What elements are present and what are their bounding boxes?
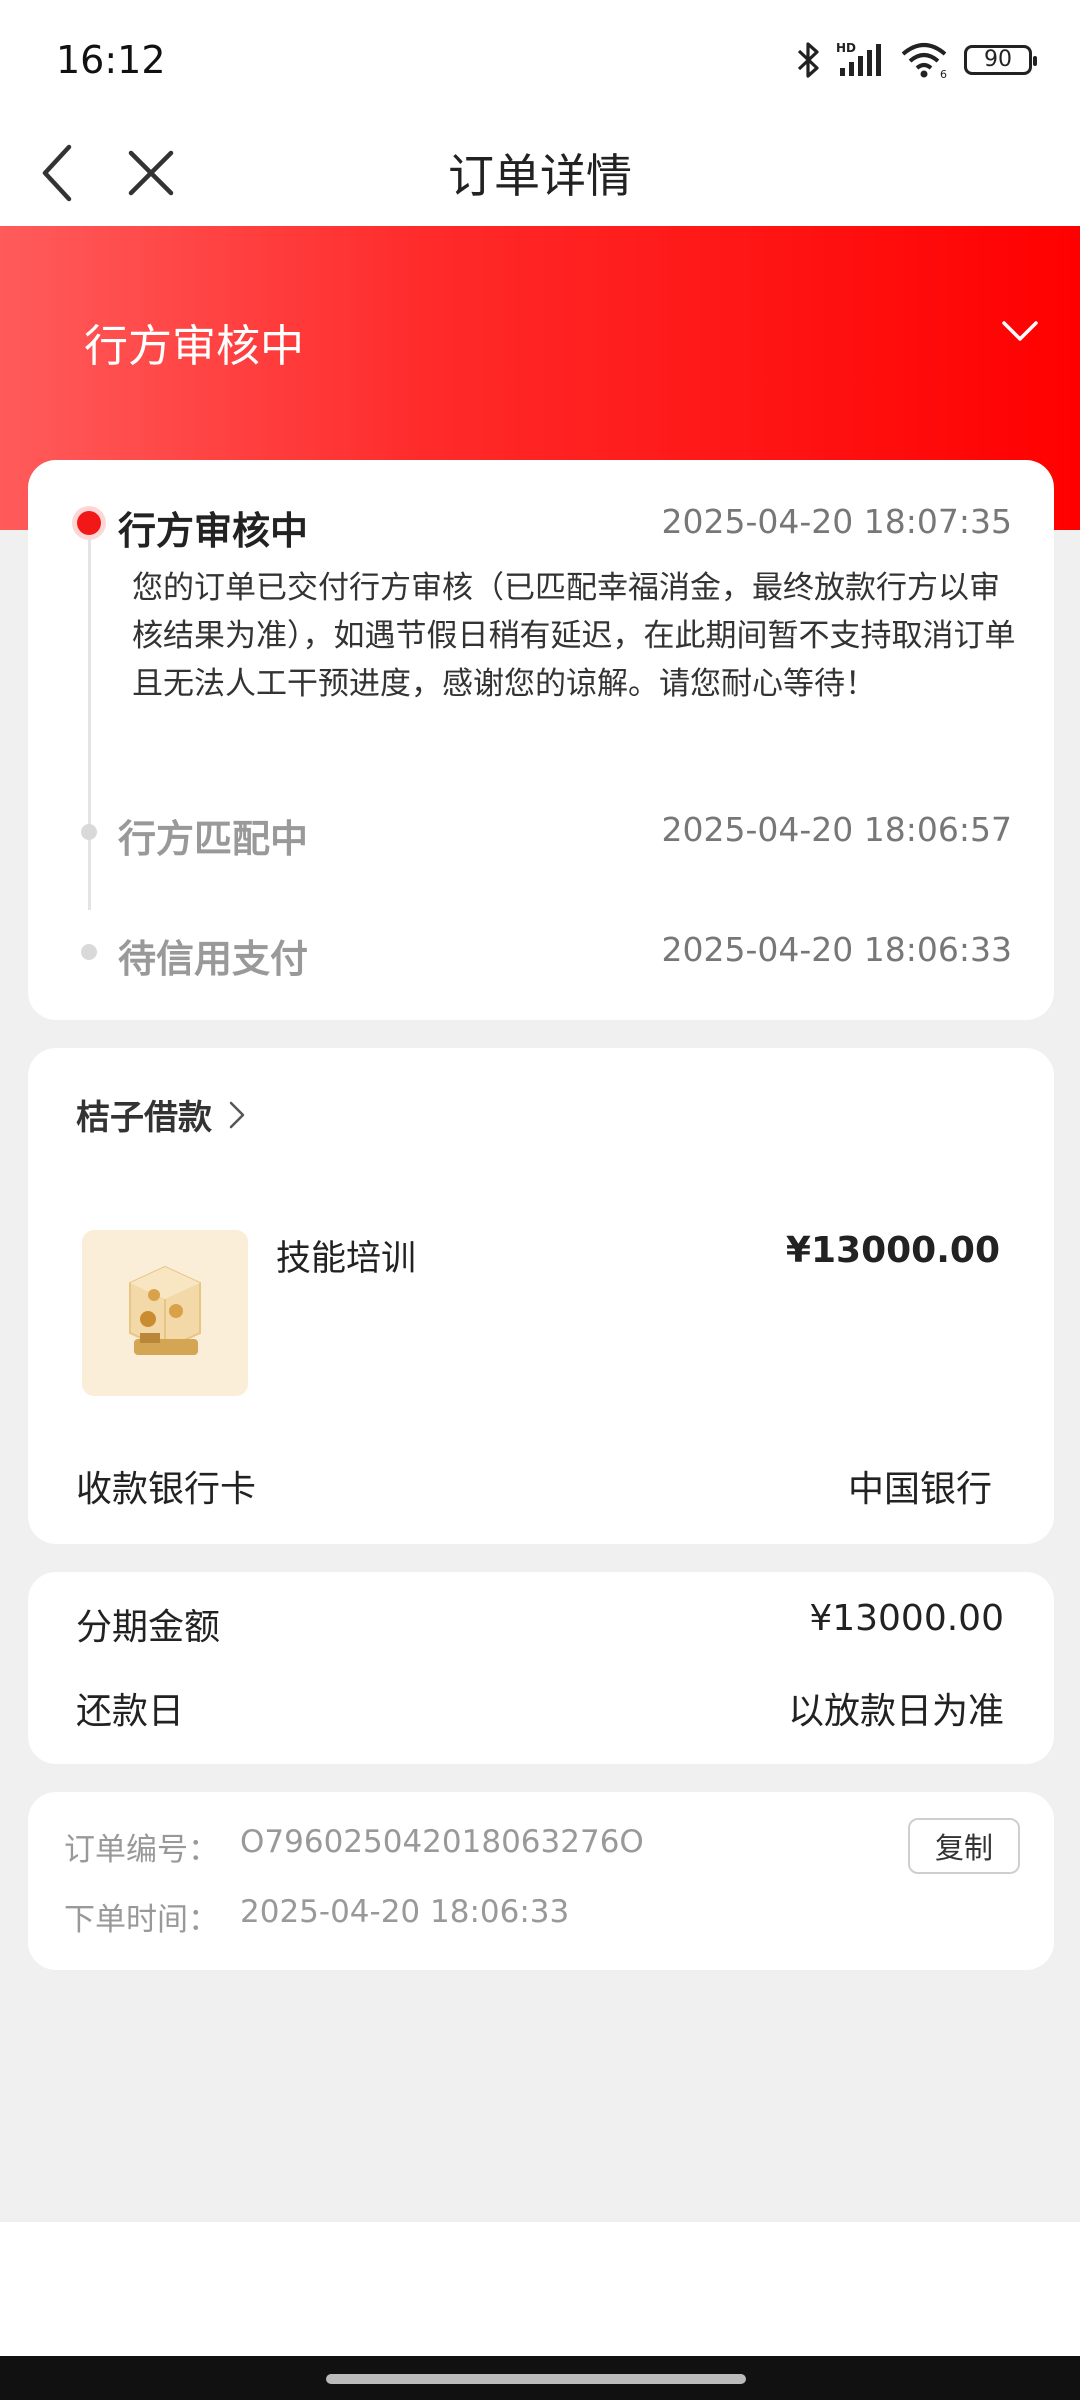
status-icons: HD 6 90 bbox=[796, 40, 1037, 80]
repay-day-value: 以放款日为准 bbox=[787, 1691, 1004, 1732]
chevron-right-icon bbox=[229, 1101, 245, 1128]
installment-card: 分期金额 ¥13000.00 还款日 以放款日为准 bbox=[28, 1572, 1054, 1764]
product-card: 桔子借款 技能培训 ¥13000.00 收款银行卡 中国银行 bbox=[28, 1048, 1054, 1544]
status-time: 16:12 bbox=[56, 38, 166, 82]
installment-amount-label: 分期金额 bbox=[76, 1607, 221, 1648]
home-indicator[interactable] bbox=[326, 2374, 746, 2384]
timeline-line bbox=[88, 520, 91, 910]
status-bar: 16:12 HD 6 90 bbox=[0, 0, 1080, 120]
timeline-step-time: 2025-04-20 18:06:57 bbox=[661, 810, 1012, 849]
bank-card-value: 中国银行 bbox=[847, 1469, 992, 1510]
order-info-card: 订单编号： O796025042018063276O 下单时间： 2025-04… bbox=[28, 1792, 1054, 1970]
timeline-step-title: 行方审核中 bbox=[118, 509, 309, 553]
order-number-value: O796025042018063276O bbox=[240, 1824, 644, 1860]
order-time-value: 2025-04-20 18:06:33 bbox=[240, 1894, 570, 1930]
svg-text:6: 6 bbox=[940, 68, 947, 80]
timeline-dot-active bbox=[72, 506, 106, 540]
svg-text:HD: HD bbox=[836, 41, 856, 55]
bank-card-label: 收款银行卡 bbox=[76, 1469, 257, 1510]
timeline-step-time: 2025-04-20 18:06:33 bbox=[661, 930, 1012, 969]
timeline-dot bbox=[81, 824, 97, 840]
battery-icon: 90 bbox=[964, 45, 1037, 75]
copy-button[interactable]: 复制 bbox=[908, 1818, 1020, 1874]
bluetooth-icon bbox=[797, 42, 819, 78]
coin-cube-icon bbox=[129, 1265, 201, 1355]
hd-signal-icon: HD bbox=[836, 41, 881, 76]
chevron-down-icon bbox=[1002, 321, 1038, 341]
timeline-step-title: 行方匹配中 bbox=[118, 817, 309, 861]
installment-amount-value: ¥13000.00 bbox=[809, 1598, 1004, 1639]
merchant-link[interactable]: 桔子借款 bbox=[76, 1090, 246, 1139]
product-name: 技能培训 bbox=[276, 1239, 417, 1279]
status-header-title: 行方审核中 bbox=[84, 321, 304, 372]
timeline-dot bbox=[81, 944, 97, 960]
timeline-step-desc: 您的订单已交付行方审核（已匹配幸福消金，最终放款行方以审核结果为准），如遇节假日… bbox=[132, 570, 1016, 702]
bottom-area bbox=[0, 2222, 1080, 2356]
page-title: 订单详情 bbox=[448, 149, 632, 203]
product-price: ¥13000.00 bbox=[785, 1230, 1000, 1271]
order-time-label: 下单时间： bbox=[64, 1902, 219, 1938]
order-number-label: 订单编号： bbox=[64, 1832, 219, 1868]
repay-day-label: 还款日 bbox=[76, 1691, 185, 1732]
status-toggle-button[interactable] bbox=[1000, 318, 1040, 348]
merchant-name: 桔子借款 bbox=[76, 1098, 212, 1138]
product-image bbox=[82, 1230, 248, 1396]
wifi-icon: 6 bbox=[901, 43, 947, 80]
timeline-step-title: 待信用支付 bbox=[118, 937, 309, 981]
timeline-card: 行方审核中 2025-04-20 18:07:35 您的订单已交付行方审核（已匹… bbox=[28, 460, 1054, 1020]
timeline-step-time: 2025-04-20 18:07:35 bbox=[661, 502, 1012, 541]
nav-bar: 订单详情 bbox=[0, 120, 1080, 226]
